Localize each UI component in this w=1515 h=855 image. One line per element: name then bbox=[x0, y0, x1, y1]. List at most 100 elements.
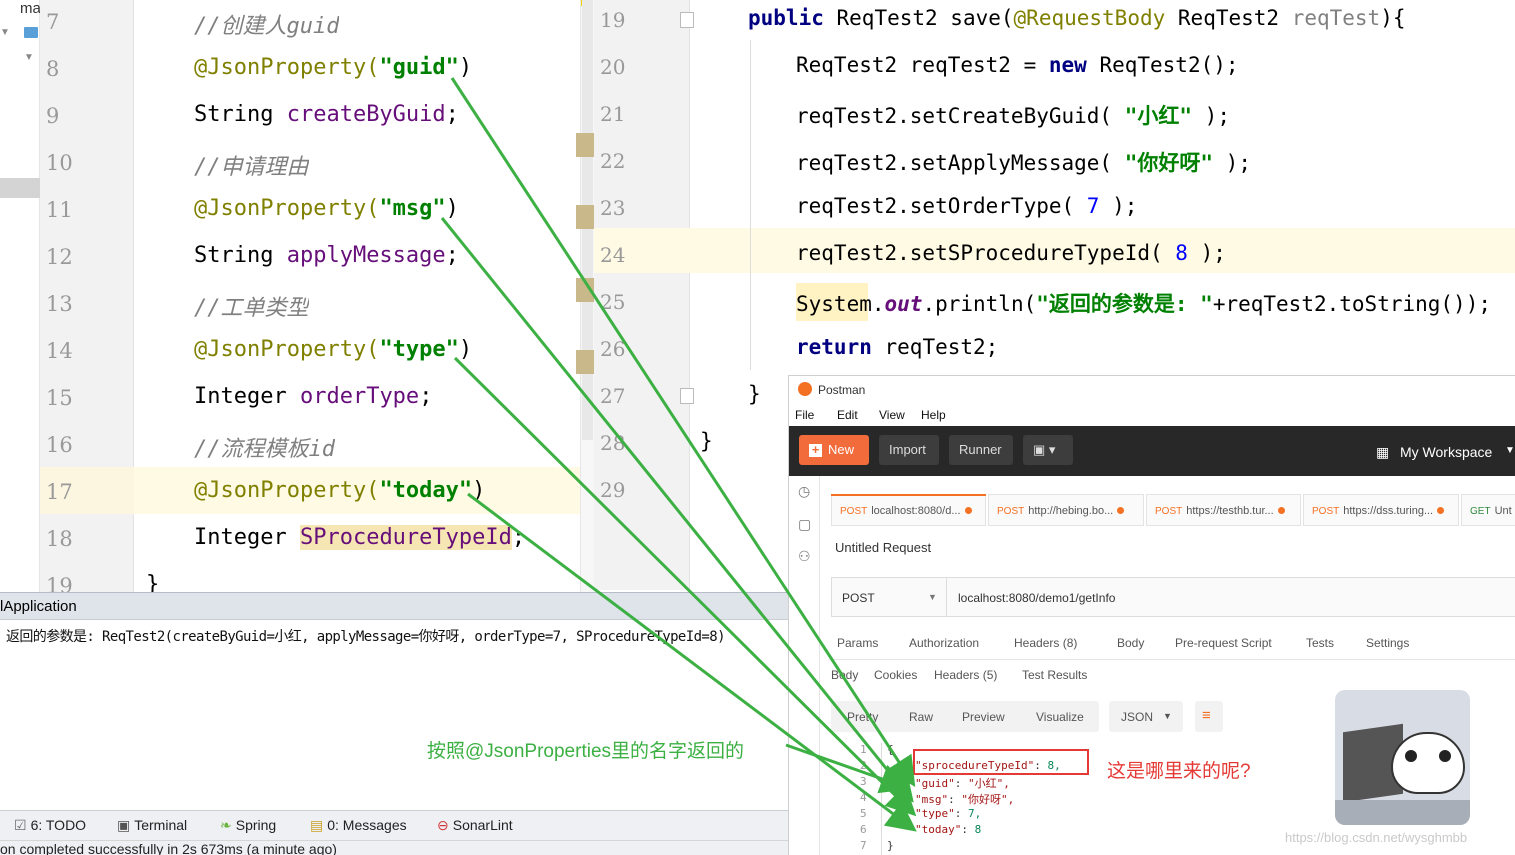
code-token: SProcedureTypeId bbox=[299, 525, 512, 550]
status-bar: on completed successfully in 2s 673ms (a… bbox=[0, 840, 790, 855]
request-option-tab[interactable]: Settings bbox=[1366, 636, 1409, 650]
json-value: "你好呀", bbox=[961, 793, 1015, 806]
menu-item[interactable]: Edit bbox=[837, 408, 858, 422]
json-colon: : bbox=[954, 807, 968, 820]
selected-tree-row[interactable] bbox=[0, 178, 40, 198]
code-token: } bbox=[700, 429, 713, 453]
request-tab[interactable]: POST https://testhb.tur... bbox=[1146, 494, 1301, 526]
code-line: ReqTest2 reqTest2 = new ReqTest2(); bbox=[796, 53, 1239, 77]
menu-item[interactable]: File bbox=[795, 408, 814, 422]
tool-window-button[interactable]: ❧ Spring bbox=[220, 817, 276, 834]
line-number: 18 bbox=[46, 527, 73, 551]
view-tab[interactable]: Raw bbox=[909, 710, 933, 724]
code-line: Integer orderType; bbox=[194, 384, 432, 409]
run-output[interactable]: 返回的参数是: ReqTest2(createByGuid=小红, applyM… bbox=[0, 620, 790, 810]
line-number: 13 bbox=[46, 292, 73, 316]
response-tab[interactable]: Test Results bbox=[1022, 668, 1087, 682]
fold-marker-icon[interactable] bbox=[680, 388, 694, 404]
run-panel-header[interactable]: lApplication bbox=[0, 592, 790, 620]
tool-window-button[interactable]: ▤ 0: Messages bbox=[310, 817, 407, 834]
code-token: "小红" bbox=[1124, 104, 1193, 128]
code-line: String createByGuid; bbox=[194, 102, 459, 127]
code-token: ReqTest2 save( bbox=[836, 6, 1014, 30]
line-number: 28 bbox=[600, 431, 626, 455]
request-option-tab[interactable]: Body bbox=[1117, 636, 1144, 650]
request-name[interactable]: Untitled Request bbox=[835, 540, 931, 555]
json-key: "guid" bbox=[915, 777, 955, 790]
code-token: orderType bbox=[299, 384, 420, 409]
active-tab-indicator bbox=[831, 494, 986, 496]
line-number: 26 bbox=[600, 337, 626, 361]
code-line: Integer SProcedureTypeId; bbox=[194, 525, 525, 550]
line-number: 16 bbox=[46, 433, 73, 457]
request-option-tab[interactable]: Params bbox=[837, 636, 878, 650]
tool-window-button[interactable]: ☑ 6: TODO bbox=[14, 817, 86, 834]
method-select[interactable]: POST ▼ bbox=[831, 577, 947, 617]
response-tab[interactable]: Body bbox=[831, 668, 858, 682]
code-token: reqTest2; bbox=[884, 335, 999, 359]
code-token: ; bbox=[445, 102, 459, 127]
tool-window-label: Terminal bbox=[134, 817, 188, 833]
url-input[interactable]: localhost:8080/demo1/getInfo bbox=[946, 577, 1515, 617]
line-number: 17 bbox=[46, 480, 73, 504]
request-tab[interactable]: POST localhost:8080/d... bbox=[831, 494, 986, 526]
menu-item[interactable]: Help bbox=[921, 408, 946, 422]
line-number: 12 bbox=[46, 245, 73, 269]
json-value: 8 bbox=[974, 823, 982, 836]
apis-icon[interactable]: ⚇ bbox=[798, 548, 811, 565]
sonarlint-icon: ⊖ bbox=[437, 817, 449, 833]
code-token: ; bbox=[445, 243, 459, 268]
view-tab[interactable]: Preview bbox=[962, 710, 1005, 724]
request-tab[interactable]: POST http://hebing.bo... bbox=[988, 494, 1144, 526]
wrap-lines-button[interactable]: ≡ bbox=[1195, 701, 1223, 732]
response-tab[interactable]: Cookies bbox=[874, 668, 917, 682]
tab-url: Unt bbox=[1494, 505, 1512, 517]
collections-icon[interactable]: ▢ bbox=[798, 516, 811, 533]
fold-marker-icon[interactable] bbox=[680, 12, 694, 28]
code-line: String applyMessage; bbox=[194, 243, 459, 268]
unsaved-dot-icon bbox=[1277, 507, 1285, 514]
left-editor-scrollbar[interactable] bbox=[576, 0, 594, 592]
request-tabs-divider bbox=[829, 659, 1515, 660]
view-tab[interactable]: Pretty bbox=[847, 710, 878, 724]
json-line: "type": 7, bbox=[915, 807, 981, 820]
tool-window-button[interactable]: ▣ Terminal bbox=[117, 817, 187, 834]
line-number: 9 bbox=[46, 104, 60, 128]
code-token: applyMessage bbox=[286, 243, 446, 268]
view-tab[interactable]: Visualize bbox=[1036, 710, 1084, 724]
request-tab[interactable]: POST https://dss.turing... bbox=[1303, 494, 1459, 526]
code-token: public bbox=[748, 6, 837, 30]
runner-button[interactable]: Runner bbox=[949, 435, 1013, 465]
response-tab[interactable]: Headers (5) bbox=[934, 668, 997, 682]
tab-url: http://hebing.bo... bbox=[1028, 505, 1114, 517]
code-token: ); bbox=[1192, 104, 1230, 128]
workspace-selector[interactable]: My Workspace bbox=[1400, 444, 1492, 460]
history-icon[interactable]: ◷ bbox=[798, 483, 810, 500]
format-select[interactable]: JSON ▼ bbox=[1109, 701, 1183, 732]
postman-title: Postman bbox=[818, 383, 866, 397]
workspace-grid-icon: ▦ bbox=[1376, 444, 1390, 460]
request-option-tab[interactable]: Authorization bbox=[909, 636, 979, 650]
line-number: 10 bbox=[46, 151, 73, 175]
request-option-tab[interactable]: Headers (8) bbox=[1014, 636, 1077, 650]
new-window-button[interactable]: ▣ ▾ bbox=[1023, 435, 1073, 465]
line-number: 11 bbox=[46, 198, 73, 222]
new-button[interactable]: + New bbox=[799, 435, 869, 465]
chevron-down-icon[interactable]: ▼ bbox=[24, 52, 34, 63]
spring-icon: ❧ bbox=[220, 817, 232, 833]
json-brace: } bbox=[887, 839, 894, 852]
project-tree[interactable]: ma ▼ ▼ bbox=[0, 0, 41, 592]
menu-item[interactable]: View bbox=[879, 408, 905, 422]
chevron-down-icon[interactable]: ▼ bbox=[1505, 445, 1515, 456]
code-token: reqTest2.setOrderType( bbox=[796, 194, 1087, 218]
import-button[interactable]: Import bbox=[879, 435, 939, 465]
request-option-tab[interactable]: Pre-request Script bbox=[1175, 636, 1272, 650]
annotation-note: 按照@JsonProperties里的名字返回的 bbox=[427, 741, 745, 762]
code-token: 7 bbox=[1086, 194, 1100, 218]
code-token: ; bbox=[419, 384, 433, 409]
postman-window[interactable]: Postman File Edit View Help + New Import Run… bbox=[788, 375, 1515, 855]
request-option-tab[interactable]: Tests bbox=[1306, 636, 1334, 650]
request-tab[interactable]: GET Unt bbox=[1461, 494, 1515, 526]
chevron-down-icon[interactable]: ▼ bbox=[0, 27, 10, 38]
tool-window-button[interactable]: ⊖ SonarLint bbox=[437, 817, 513, 834]
